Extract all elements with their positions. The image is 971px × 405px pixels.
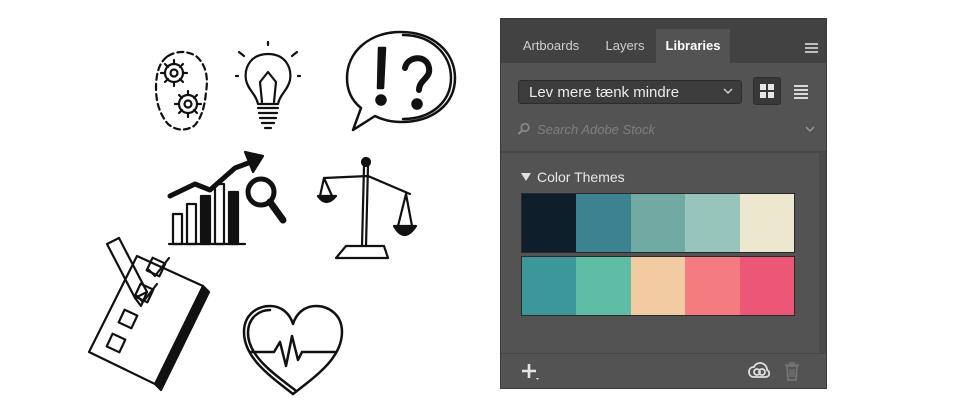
artboard-canvas[interactable] (0, 0, 495, 405)
list-view-icon (794, 85, 808, 99)
library-select-value: Lev mere tænk mindre (529, 84, 680, 101)
checklist-pencil-icon (85, 234, 215, 392)
plus-icon[interactable] (521, 362, 541, 382)
lightbulb-icon (234, 40, 302, 137)
library-select[interactable]: Lev mere tænk mindre (518, 80, 742, 104)
panel-scrollbar[interactable] (819, 153, 826, 355)
chevron-down-icon (723, 88, 733, 95)
stock-search-field[interactable]: Search Adobe Stock (515, 119, 817, 141)
balance-scale-icon (316, 154, 418, 264)
libraries-panel: Artboards Layers Libraries Lev mere tænk… (500, 18, 827, 389)
color-swatch[interactable] (685, 257, 740, 315)
expand-triangle-icon (521, 173, 531, 181)
color-swatch[interactable] (739, 194, 795, 252)
color-theme-2[interactable] (521, 256, 795, 316)
color-swatch[interactable] (739, 257, 795, 315)
heartbeat-heart-icon (240, 302, 346, 398)
search-options-chevron-icon[interactable] (805, 124, 815, 134)
gears-icon (150, 48, 215, 133)
color-swatch[interactable] (630, 257, 686, 315)
trash-icon[interactable] (784, 361, 800, 381)
panel-menu-icon[interactable] (805, 43, 818, 53)
color-swatch[interactable] (630, 194, 686, 252)
tab-artboards[interactable]: Artboards (511, 29, 591, 63)
panel-tab-bar: Artboards Layers Libraries (501, 19, 826, 63)
color-swatch[interactable] (576, 257, 631, 315)
color-theme-1[interactable] (521, 193, 795, 253)
color-swatch[interactable] (522, 257, 577, 315)
tab-layers[interactable]: Layers (597, 29, 653, 63)
creative-cloud-icon[interactable] (748, 362, 770, 380)
search-icon (517, 122, 530, 135)
section-title: Color Themes (537, 169, 625, 185)
list-view-button[interactable] (787, 77, 815, 105)
tab-libraries[interactable]: Libraries (656, 29, 730, 63)
color-swatch[interactable] (522, 194, 577, 252)
grid-view-icon (760, 84, 774, 98)
color-swatch[interactable] (576, 194, 631, 252)
search-placeholder: Search Adobe Stock (537, 122, 656, 137)
grid-view-button[interactable] (753, 77, 781, 105)
speech-bubble-exclamation-question-icon (343, 26, 461, 136)
panel-footer (501, 353, 826, 388)
color-swatch[interactable] (685, 194, 740, 252)
